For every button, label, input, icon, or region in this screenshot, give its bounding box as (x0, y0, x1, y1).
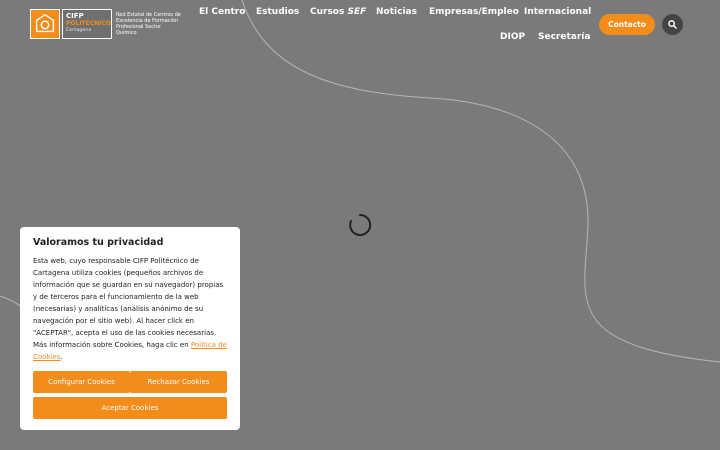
nav-cursos-label: Cursos (310, 7, 345, 17)
cookie-body: Esta web, cuyo responsable CIFP Politécn… (33, 255, 227, 363)
cookie-body-end: . (60, 353, 63, 361)
search-button[interactable] (662, 14, 683, 35)
loading-spinner-icon (349, 213, 372, 236)
site-logo[interactable]: CIFP POLITÉCNICO Cartagena Red Estatal d… (30, 8, 182, 40)
cookie-button-row: Configurar Cookies Rechazar Cookies (33, 371, 227, 393)
logo-line-1: CIFP (66, 12, 84, 20)
nav-noticias[interactable]: Noticias (376, 7, 417, 17)
nav-diop[interactable]: DIOP (500, 32, 525, 42)
reject-cookies-button[interactable]: Rechazar Cookies (130, 371, 227, 393)
nav-estudios[interactable]: Estudios (256, 7, 299, 17)
nav-cursos-sef[interactable]: Cursos SEF (310, 7, 366, 17)
cookie-consent-dialog: Valoramos tu privacidad Esta web, cuyo r… (20, 227, 240, 430)
nav-cursos-suffix: SEF (347, 7, 367, 17)
cookie-title: Valoramos tu privacidad (33, 237, 164, 248)
cookie-body-text: Esta web, cuyo responsable CIFP Politécn… (33, 257, 224, 349)
nav-internacional[interactable]: Internacional (524, 7, 591, 17)
nav-empresas-empleo[interactable]: Empresas/Empleo (429, 7, 519, 17)
search-icon (668, 20, 677, 29)
logo-mark-icon (30, 9, 60, 39)
contact-button[interactable]: Contacto (599, 14, 655, 35)
nav-el-centro[interactable]: El Centro (199, 7, 245, 17)
accept-cookies-button[interactable]: Aceptar Cookies (33, 397, 227, 419)
logo-line-3: Cartagena (66, 27, 92, 32)
nav-secretaria[interactable]: Secretaría (538, 32, 590, 42)
configure-cookies-button[interactable]: Configurar Cookies (33, 371, 130, 393)
logo-line-2: POLITÉCNICO (66, 20, 111, 27)
logo-tagline: Red Estatal de Centros de Excelencia de … (116, 12, 181, 36)
logo-wordmark: CIFP POLITÉCNICO Cartagena (62, 9, 112, 39)
